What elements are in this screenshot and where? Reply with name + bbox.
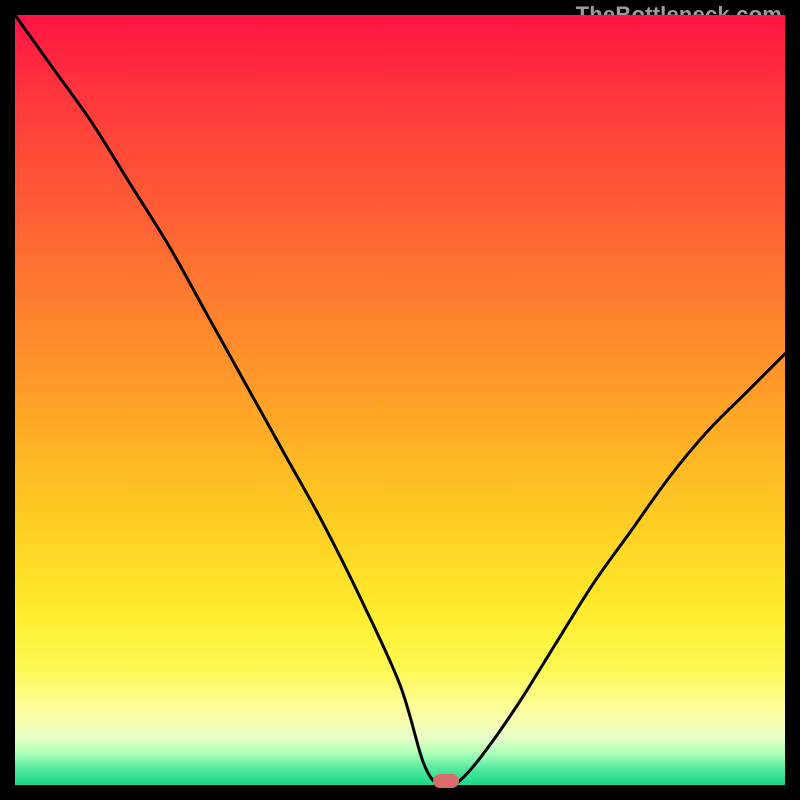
bottleneck-curve — [15, 15, 785, 785]
chart-plot-area — [15, 15, 785, 785]
optimal-marker — [433, 774, 459, 788]
chart-frame: TheBottleneck.com — [0, 0, 800, 800]
